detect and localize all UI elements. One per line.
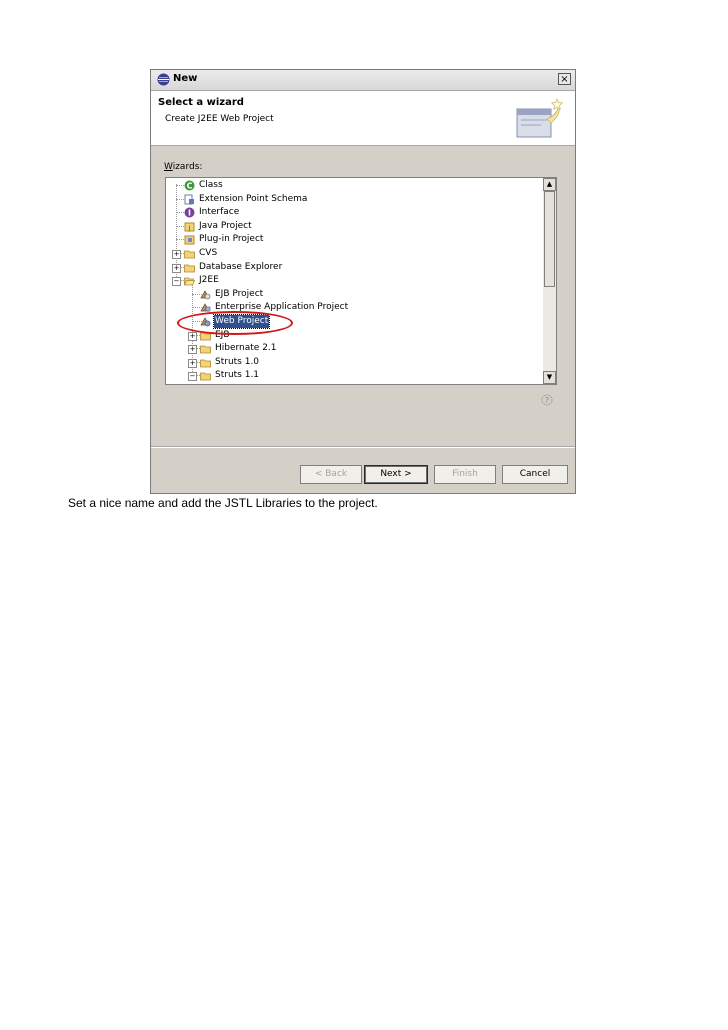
svg-text:C: C (187, 182, 193, 191)
tree-item-label: Extension Point Schema (199, 193, 308, 204)
collapse-icon[interactable]: − (188, 372, 197, 382)
tree-item-label: Java Project (199, 220, 252, 231)
close-button[interactable]: × (558, 73, 571, 85)
wizards-label: Wizards: (164, 162, 203, 172)
tree-item-label: Hibernate 2.1 (215, 343, 277, 354)
schema-icon (184, 194, 194, 205)
title-bar[interactable]: New × (151, 70, 575, 91)
ejb-project-icon (200, 290, 211, 300)
expand-icon[interactable]: + (188, 358, 197, 368)
tree-item-cvs[interactable]: + CVS (166, 247, 541, 260)
tree-item-label: Class (199, 180, 223, 190)
wizard-banner-icon (516, 98, 564, 138)
tree-item-database-explorer[interactable]: + Database Explorer (166, 261, 541, 274)
scroll-up-button[interactable]: ▲ (543, 178, 556, 191)
expand-icon[interactable]: + (188, 345, 197, 355)
folder-icon (200, 345, 211, 354)
folder-icon (184, 250, 195, 259)
tree-item-java-project[interactable]: J Java Project (166, 220, 541, 233)
new-wizard-dialog: New × Select a wizard Create J2EE Web Pr… (150, 69, 576, 494)
tree-item-j2ee[interactable]: − J2EE (166, 274, 541, 287)
scroll-down-button[interactable]: ▼ (543, 371, 556, 384)
tree-item-label: Struts 1.0 (215, 356, 260, 367)
tree-item-class[interactable]: C Class (166, 179, 541, 192)
tree-item-struts-1-0[interactable]: + Struts 1.0 (166, 356, 541, 369)
class-icon: C (184, 180, 195, 191)
tree-item-label: Database Explorer (199, 261, 283, 272)
svg-text:?: ? (545, 396, 549, 405)
tree-item-label: Struts 1.1 (215, 370, 260, 381)
plugin-project-icon (184, 235, 195, 245)
tree-item-interface[interactable]: I Interface (166, 206, 541, 219)
header-title: Select a wizard (158, 97, 244, 108)
expand-icon[interactable]: + (188, 331, 197, 341)
folder-icon (200, 359, 211, 368)
button-bar-divider (151, 446, 575, 448)
tree-item-hibernate-2-1[interactable]: + Hibernate 2.1 (166, 342, 541, 355)
back-button[interactable]: < Back (300, 465, 362, 484)
svg-text:J: J (188, 225, 191, 232)
help-icon[interactable]: ? (541, 394, 553, 406)
caption-text: Set a nice name and add the JSTL Librari… (68, 496, 378, 510)
svg-text:I: I (188, 209, 191, 218)
dialog-title: New (173, 73, 198, 84)
tree-item-label: EJB Project (215, 288, 264, 299)
tree-item-label: Plug-in Project (199, 234, 264, 245)
tree-item-plug-in-project[interactable]: Plug-in Project (166, 233, 541, 246)
expand-icon[interactable]: + (172, 250, 181, 259)
tree-item-label: CVS (199, 248, 218, 258)
expand-icon[interactable]: + (172, 263, 181, 273)
wizard-header: Select a wizard Create J2EE Web Project (151, 91, 575, 146)
interface-icon: I (184, 207, 195, 218)
tree-scrollbar[interactable]: ▲ ▼ (543, 178, 556, 384)
wizards-tree[interactable]: − Struts 1.1 + Struts 1.0 + Hibernate 2.1 + EJB… (165, 177, 557, 385)
tree-item-label: J2EE (199, 275, 219, 286)
tree-item-label: Interface (199, 207, 240, 218)
folder-icon (184, 264, 195, 272)
folder-open-icon (184, 277, 195, 286)
tree-item-extension-point-schema[interactable]: Extension Point Schema (166, 193, 541, 206)
header-description: Create J2EE Web Project (165, 114, 274, 124)
tree-item-struts-1-1[interactable]: − Struts 1.1 (166, 369, 541, 382)
folder-icon (200, 372, 211, 381)
scroll-thumb[interactable] (544, 191, 555, 287)
eclipse-icon (157, 73, 170, 86)
tree-item-ejb-project[interactable]: EJB Project (166, 288, 541, 301)
finish-button[interactable]: Finish (434, 465, 496, 484)
java-project-icon: J (184, 222, 195, 232)
red-highlight-circle (177, 311, 293, 335)
cancel-button[interactable]: Cancel (502, 465, 568, 484)
collapse-icon[interactable]: − (172, 277, 181, 287)
next-button[interactable]: Next > (364, 465, 428, 484)
